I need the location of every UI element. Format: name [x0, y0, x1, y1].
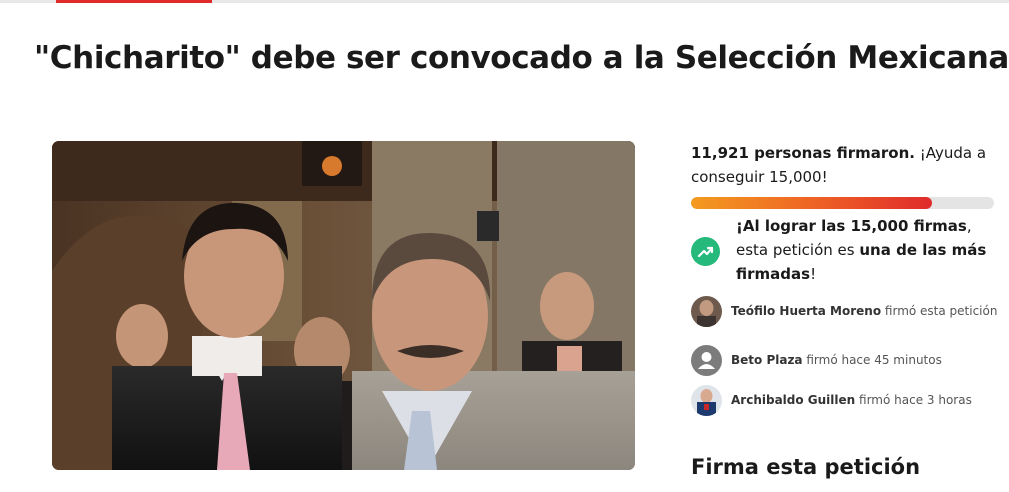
signature-count-text: 11,921 personas firmaron. ¡Ayuda a conse…: [691, 141, 1001, 189]
user-icon: [691, 345, 722, 376]
milestone-goal: ¡Al lograr las 15,000 firmas: [736, 217, 967, 235]
signer-action: firmó esta petición: [881, 304, 998, 318]
signature-progress-bar: [691, 197, 994, 209]
signer-name: Archibaldo Guillen: [731, 393, 856, 407]
signature-count: 11,921 personas firmaron.: [691, 144, 915, 162]
milestone-text: ¡Al lograr las 15,000 firmas, esta petic…: [736, 214, 998, 286]
signer-name: Teófilo Huerta Moreno: [731, 304, 882, 318]
signer-info: Teófilo Huerta Moreno firmó esta petició…: [731, 304, 997, 318]
signer-action: firmó hace 3 horas: [855, 393, 972, 407]
signer-action: firmó hace 45 minutos: [802, 353, 942, 367]
petition-photo: [52, 141, 635, 470]
petition-title: "Chicharito" debe ser convocado a la Sel…: [34, 40, 1009, 76]
signer-name: Beto Plaza: [731, 353, 803, 367]
avatar: [691, 296, 722, 327]
recent-signer: Archibaldo Guillen firmó hace 3 horas: [691, 385, 1001, 417]
signer-info: Beto Plaza firmó hace 45 minutos: [731, 353, 942, 367]
avatar: [691, 385, 722, 416]
active-tab-indicator: [56, 0, 212, 3]
sign-petition-heading: Firma esta petición: [691, 455, 921, 479]
milestone-end: !: [810, 265, 817, 283]
recent-signer: Beto Plaza firmó hace 45 minutos: [691, 345, 1001, 377]
signer-info: Archibaldo Guillen firmó hace 3 horas: [731, 393, 972, 407]
signature-progress-fill: [691, 197, 932, 209]
trending-up-icon: [691, 237, 720, 266]
petition-sidebar: 11,921 personas firmaron. ¡Ayuda a conse…: [691, 141, 1001, 416]
recent-signer: Teófilo Huerta Moreno firmó esta petició…: [691, 296, 1001, 328]
